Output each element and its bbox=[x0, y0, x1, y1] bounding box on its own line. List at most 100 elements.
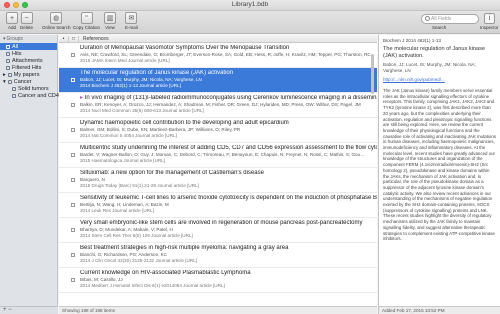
flag-checkbox[interactable] bbox=[71, 178, 75, 182]
reference-title-text: In vivo imaging of (131)I-labeled radioi… bbox=[84, 95, 377, 101]
inspector-link[interactable]: http://...nlm.nih.gov/pubmed/... bbox=[379, 75, 500, 86]
reference-row[interactable]: The molecular regulation of Janus kinase… bbox=[59, 68, 377, 93]
flag-checkbox[interactable] bbox=[71, 228, 75, 232]
add-button-label: Add bbox=[7, 25, 16, 30]
reference-title: Sensitivity of leukemic T-cell lines to … bbox=[80, 195, 377, 202]
reference-row[interactable]: Very small embryonic-like stem cells are… bbox=[59, 218, 377, 243]
reference-title: Dynamic haemopoietic cell contribution t… bbox=[80, 120, 377, 127]
sidebar-item-label: Solid tumors bbox=[18, 85, 49, 92]
flag-checkbox[interactable] bbox=[71, 203, 75, 207]
flag-checkbox[interactable] bbox=[71, 53, 75, 57]
sidebar-item-solid-tumors[interactable]: Solid tumors bbox=[0, 85, 57, 92]
reference-source: 2014 Nucl Med Commun 35(6) 608-613 Journ… bbox=[80, 108, 204, 113]
reference-row[interactable]: Current knowledge on HIV-associated Plas… bbox=[59, 268, 377, 293]
search-icon bbox=[425, 16, 430, 21]
online-search-button-label: Online Search bbox=[42, 25, 71, 30]
reference-row[interactable]: Multicentric study underlining the inter… bbox=[59, 143, 377, 168]
folder-icon bbox=[6, 51, 10, 56]
folder-icon bbox=[12, 86, 16, 91]
reference-title-text: Sensitivity of leukemic T-cell lines to … bbox=[80, 195, 377, 201]
unread-dot-icon bbox=[63, 78, 67, 82]
email-button-label: E-mail bbox=[125, 25, 138, 30]
reference-row[interactable]: Best treatment strategies in high-risk m… bbox=[59, 243, 377, 268]
reference-source: 2014 Leuk Res Journal article [URL] bbox=[80, 208, 154, 213]
sidebar-item-label: Hits bbox=[12, 50, 22, 57]
sidebar-item-cancer-and-cd45[interactable]: Cancer and CD45 bbox=[0, 92, 62, 99]
reference-rows: Duration of Menopausal Vasomotor Symptom… bbox=[59, 43, 377, 293]
info-icon: i bbox=[488, 15, 491, 22]
sidebar-item-label: Cancer and CD45 bbox=[18, 92, 63, 99]
reference-title-text: Duration of Menopausal Vasomotor Symptom… bbox=[80, 45, 290, 51]
flag-checkbox[interactable] bbox=[71, 253, 75, 257]
email-button[interactable]: ✉ E-mail bbox=[125, 12, 138, 30]
inspector-citation: Biochem J 2014 462(1) 1-13 bbox=[383, 38, 441, 43]
search-label: Search bbox=[432, 25, 447, 30]
reference-title: ▸ In vivo imaging of (131)I-labeled radi… bbox=[80, 95, 377, 102]
sidebar-item-my-papers[interactable]: ▸ My papers bbox=[0, 71, 57, 78]
list-scrollbar[interactable] bbox=[370, 44, 375, 306]
online-search-button[interactable]: ◍ Online Search bbox=[42, 12, 71, 30]
flag-column-header[interactable]: □ bbox=[69, 35, 79, 42]
filter-icon bbox=[6, 65, 10, 70]
inspector-button[interactable]: i bbox=[484, 13, 495, 24]
sidebar: ▾ Groups All Hits Attachments Filtered H… bbox=[0, 35, 62, 314]
sidebar-item-label: Attachments bbox=[12, 57, 43, 64]
view-button-label: View bbox=[105, 25, 115, 30]
reference-list: • □ References Duration of Menopausal Va… bbox=[59, 35, 377, 314]
sidebar-item-cancer[interactable]: ▾ Cancer bbox=[0, 78, 57, 85]
reference-row[interactable]: Sensitivity of leukemic T-cell lines to … bbox=[59, 193, 377, 218]
reference-row[interactable]: Dynamic haemopoietic cell contribution t… bbox=[59, 118, 377, 143]
groups-label: Groups bbox=[6, 36, 23, 42]
reference-source: 2014 J Clin Oncol 32(20) 2125-2132 Journ… bbox=[80, 258, 197, 263]
sidebar-item-filtered-hits[interactable]: Filtered Hits bbox=[0, 64, 57, 71]
sidebar-groups-header[interactable]: ▾ Groups bbox=[0, 35, 57, 43]
envelope-icon: ✉ bbox=[125, 12, 138, 24]
delete-button[interactable]: − Delete bbox=[20, 12, 33, 30]
copy-citation-button[interactable]: “ Copy Citation bbox=[73, 12, 100, 30]
reference-row[interactable]: ▸ In vivo imaging of (131)I-labeled radi… bbox=[59, 93, 377, 118]
sidebar-add-remove-buttons[interactable]: + − bbox=[0, 306, 58, 314]
reference-source: 2014 Biochem J 462(1) 1-13 Journal artic… bbox=[80, 83, 181, 88]
view-button[interactable]: ▥ View bbox=[104, 12, 116, 30]
toolbar: + Add − Delete ◍ Online Search “ Copy Ci… bbox=[0, 11, 500, 34]
scroll-thumb[interactable] bbox=[371, 54, 374, 94]
reference-row[interactable]: Siltuximab: a new option for the managem… bbox=[59, 168, 377, 193]
view-icon: ▥ bbox=[104, 12, 116, 24]
search-input[interactable]: All Fields bbox=[421, 14, 479, 24]
sidebar-item-all[interactable]: All bbox=[0, 43, 57, 50]
add-button[interactable]: + Add bbox=[6, 12, 18, 30]
reference-title-text: Siltuximab: a new option for the managem… bbox=[80, 170, 264, 176]
delete-button-label: Delete bbox=[20, 25, 34, 30]
sidebar-item-label: My papers bbox=[13, 71, 40, 78]
flag-checkbox[interactable] bbox=[71, 78, 75, 82]
inspector-title: The molecular regulation of Janus kinase… bbox=[383, 46, 485, 59]
library-icon bbox=[6, 44, 10, 49]
reference-title-text: The molecular regulation of Janus kinase… bbox=[80, 70, 234, 76]
inspector-abstract: The JAK (Janus kinase) family members se… bbox=[383, 88, 496, 242]
flag-checkbox[interactable] bbox=[71, 278, 75, 282]
inspector-panel: Biochem J 2014 462(1) 1-13 The molecular… bbox=[378, 35, 500, 314]
reference-title-text: Multicentric study underlining the inter… bbox=[80, 145, 377, 151]
flag-checkbox[interactable] bbox=[71, 153, 75, 157]
sidebar-item-hits[interactable]: Hits bbox=[0, 50, 57, 57]
sidebar-item-attachments[interactable]: Attachments bbox=[0, 57, 57, 64]
list-status: Showing 198 of 198 items bbox=[59, 306, 377, 314]
inspector-authors: Babon, JJ; Lucet, IS; Murphy, JM; Nicola… bbox=[383, 62, 476, 73]
reference-title-text: Current knowledge on HIV-associated Plas… bbox=[80, 270, 251, 276]
reference-title-text: Very small embryonic-like stem cells are… bbox=[80, 220, 363, 226]
reference-title: Best treatment strategies in high-risk m… bbox=[80, 245, 377, 252]
flag-checkbox[interactable] bbox=[71, 103, 75, 107]
reference-source: 2015 Haematologica Journal article [URL] bbox=[80, 158, 166, 163]
reference-row[interactable]: Duration of Menopausal Vasomotor Symptom… bbox=[59, 43, 377, 68]
reference-source: 2015 JAMA Intern Med Journal article [UR… bbox=[80, 58, 170, 63]
reference-title-text: Best treatment strategies in high-risk m… bbox=[80, 245, 289, 251]
reference-source: 2015 Drugs Today (Barc) 51(1) 21-28 Jour… bbox=[80, 183, 199, 188]
window-title: Library1.bdb bbox=[231, 1, 269, 8]
app-window: Library1.bdb + Add − Delete ◍ Online Sea… bbox=[0, 0, 500, 314]
trash-icon: − bbox=[20, 12, 33, 24]
sidebar-item-label: All bbox=[12, 43, 19, 50]
references-column-header[interactable]: References bbox=[79, 36, 109, 42]
unread-column-header[interactable]: • bbox=[59, 35, 69, 42]
flag-checkbox[interactable] bbox=[71, 128, 75, 132]
paperclip-icon bbox=[6, 58, 10, 63]
